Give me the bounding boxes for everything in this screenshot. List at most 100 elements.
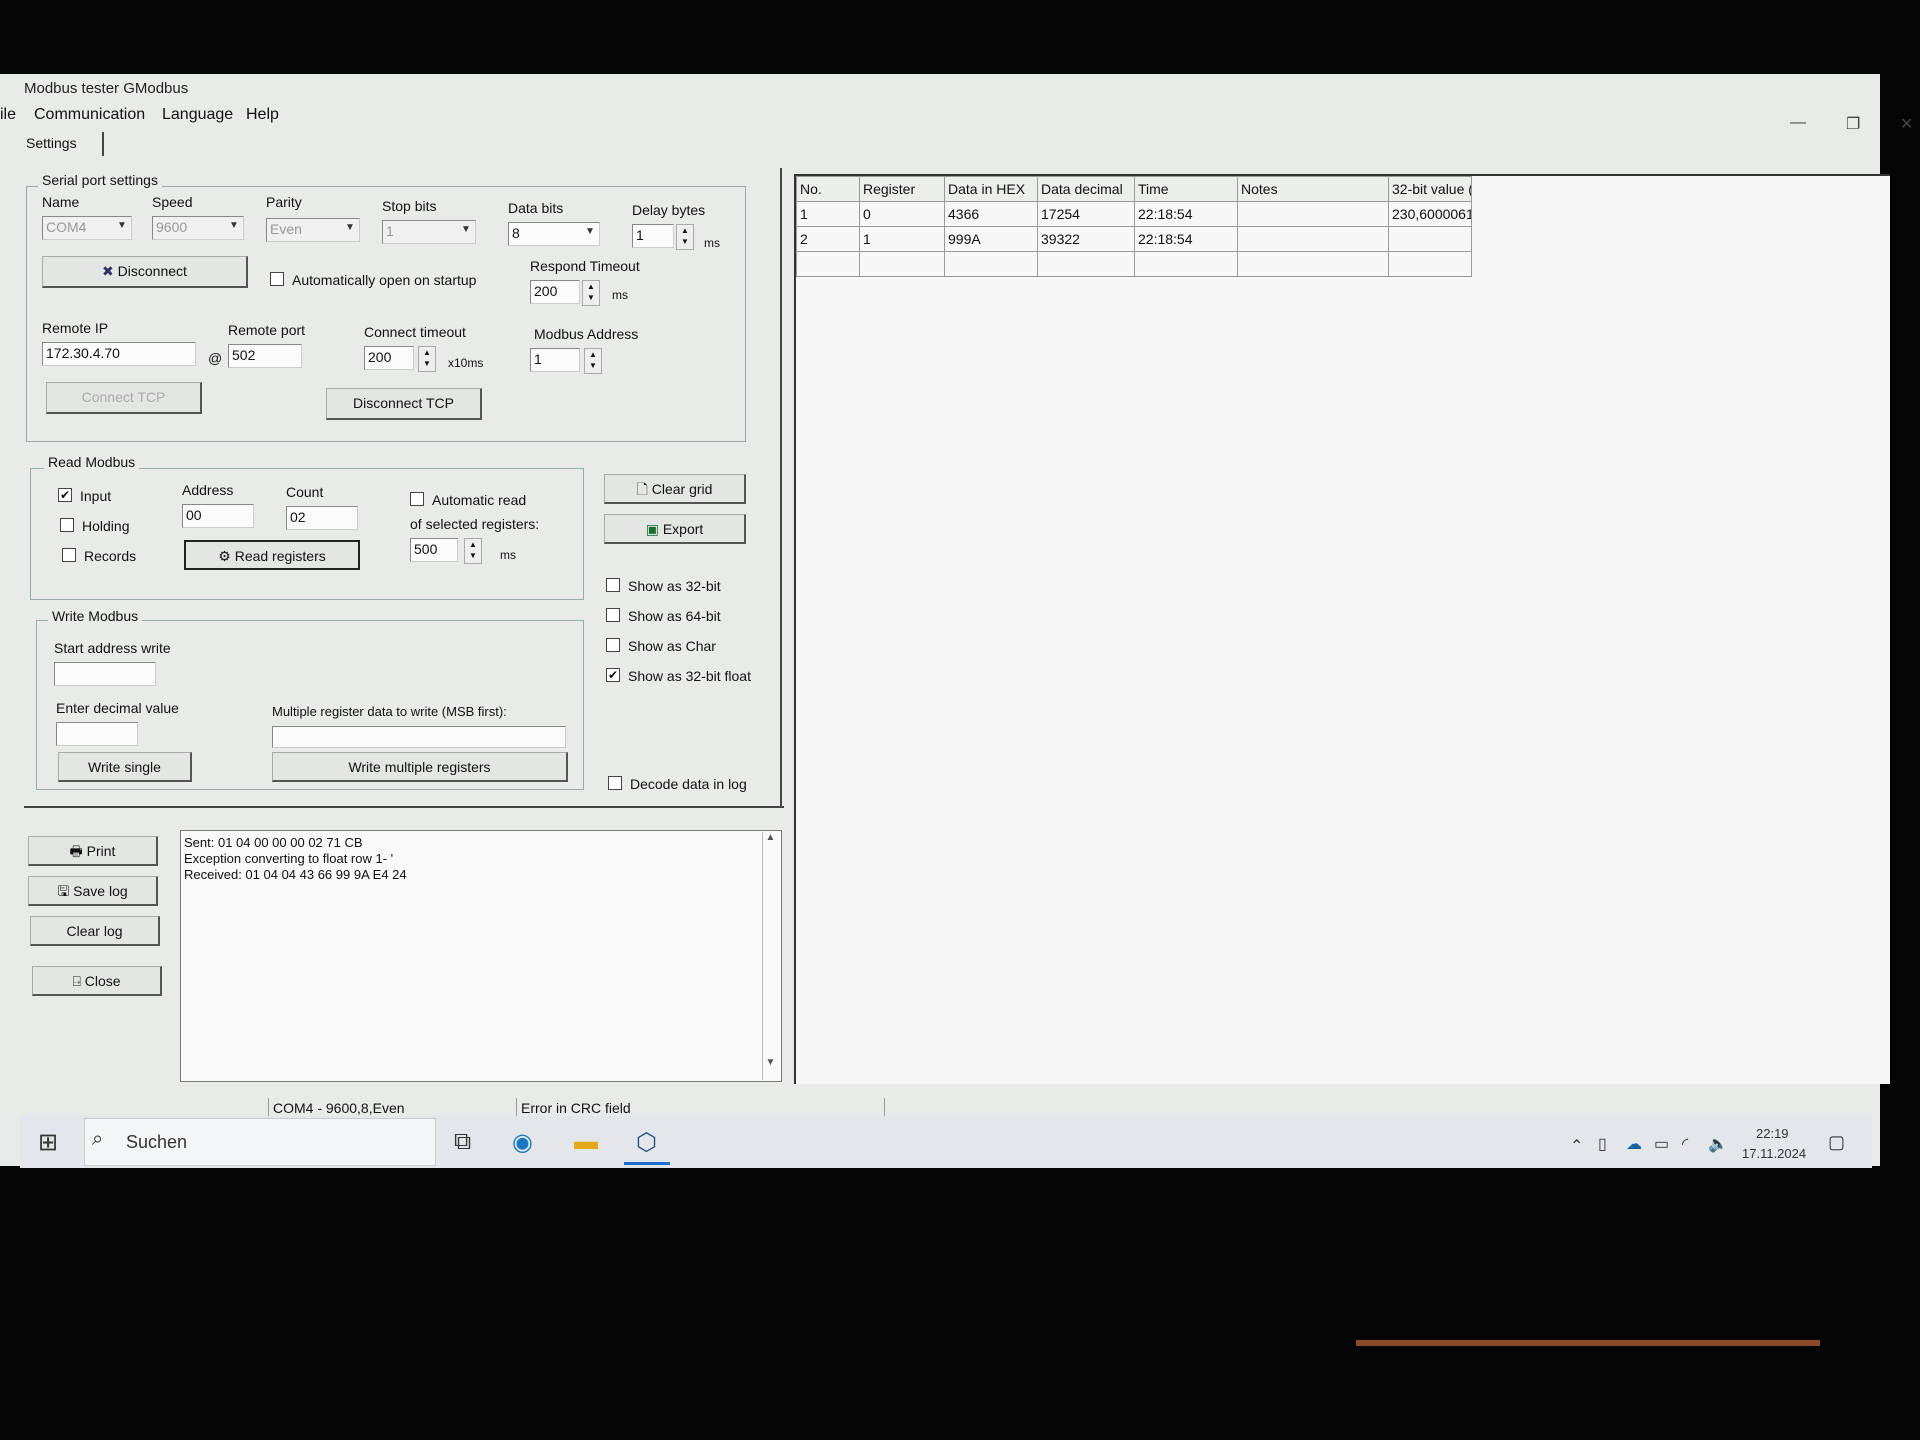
remote-port-input[interactable]: 502 [228,344,302,368]
print-button[interactable]: 🖶 Print [28,836,158,866]
file-explorer-icon[interactable]: ▬ [574,1128,598,1156]
log-scrollbar[interactable]: ▲ ▼ [762,832,778,1080]
interval-spinner[interactable]: ▲ ▼ [464,538,482,564]
notification-icon[interactable]: ▢ [1828,1132,1845,1153]
grid-cell[interactable]: 2 [796,226,860,252]
app-icon[interactable]: ⬡ [636,1128,657,1157]
connect-timeout-input[interactable]: 200 [364,346,414,370]
clock-date[interactable]: 17.11.2024 [1742,1146,1806,1161]
table-row[interactable] [796,251,1472,277]
tab-settings[interactable]: Settings [18,132,104,156]
export-button[interactable]: ▣ Export [604,514,746,544]
clear-log-button[interactable]: Clear log [30,916,160,946]
modbus-address-spinner[interactable]: ▲ ▼ [584,348,602,374]
delay-input[interactable]: 1 [632,224,674,248]
remote-ip-input[interactable]: 172.30.4.70 [42,342,196,366]
network-icon[interactable]: ◜ [1682,1134,1688,1154]
decode-checkbox[interactable] [608,776,622,790]
grid-header[interactable]: No. [796,176,860,202]
device-icon[interactable]: ▯ [1598,1134,1607,1154]
grid-cell[interactable] [1237,201,1389,227]
grid-header[interactable]: Register [859,176,945,202]
grid-cell[interactable] [859,251,945,277]
minimize-icon[interactable]: — [1790,114,1806,132]
task-view-icon[interactable]: ⧉ [454,1128,471,1156]
write-single-button[interactable]: Write single [58,752,192,782]
autoopen-checkbox[interactable] [270,272,284,286]
chevron-up-icon[interactable]: ⌃ [1570,1136,1583,1156]
grid-cell[interactable]: 39322 [1037,226,1135,252]
grid-cell[interactable] [1134,251,1238,277]
clear-grid-button[interactable]: 🗋 Clear grid [604,474,746,504]
grid-header[interactable]: Data in HEX [944,176,1038,202]
cloud-icon[interactable]: ☁ [1626,1134,1642,1154]
grid-cell[interactable]: 4366 [944,201,1038,227]
interval-input[interactable]: 500 [410,538,458,562]
log-textarea[interactable]: Sent: 01 04 00 00 00 02 71 CB Exception … [180,830,782,1082]
input-checkbox[interactable]: ✔ [58,488,72,502]
grid-header[interactable]: Time [1134,176,1238,202]
respond-timeout-spinner[interactable]: ▲ ▼ [582,280,600,306]
connect-timeout-spinner[interactable]: ▲ ▼ [418,346,436,372]
grid-cell[interactable]: 1 [859,226,945,252]
menu-language[interactable]: Language [162,106,233,124]
grid-cell[interactable] [1388,226,1472,252]
grid-cell[interactable]: 17254 [1037,201,1135,227]
delay-spinner[interactable]: ▲ ▼ [676,224,694,250]
grid-cell[interactable] [1388,251,1472,277]
grid-cell[interactable]: 22:18:54 [1134,226,1238,252]
grid-cell[interactable]: 999A [944,226,1038,252]
grid-header[interactable]: Data decimal [1037,176,1135,202]
grid-cell[interactable] [796,251,860,277]
menu-communication[interactable]: Communication [34,106,145,124]
battery-icon[interactable]: ▭ [1654,1134,1669,1154]
count-input[interactable]: 02 [286,506,358,530]
stopbits-combo[interactable]: 1 ▼ [382,220,476,244]
records-checkbox[interactable] [62,548,76,562]
disconnect-button[interactable]: ✖ Disconnect [42,256,248,288]
grid-cell[interactable]: 1 [796,201,860,227]
show32float-checkbox[interactable]: ✔ [606,668,620,682]
clock-time[interactable]: 22:19 [1756,1126,1789,1141]
grid-cell[interactable]: 22:18:54 [1134,201,1238,227]
databits-combo[interactable]: 8 ▼ [508,222,600,246]
connect-tcp-button[interactable]: Connect TCP [46,382,202,414]
grid-cell[interactable] [1237,251,1389,277]
menu-help[interactable]: Help [246,106,279,124]
menu-file[interactable]: ile [0,106,16,124]
multiple-data-input[interactable] [272,726,566,748]
decimal-value-input[interactable] [56,722,138,746]
volume-icon[interactable]: 🔈 [1708,1134,1728,1154]
show64-checkbox[interactable] [606,608,620,622]
grid-header[interactable]: 32-bit value (f [1388,176,1472,202]
grid-header[interactable]: Notes [1237,176,1389,202]
grid-cell[interactable] [1237,226,1389,252]
write-multiple-button[interactable]: Write multiple registers [272,752,568,782]
speed-combo[interactable]: 9600 ▼ [152,216,244,240]
close-button[interactable]: ⍈ Close [32,966,162,996]
show32-checkbox[interactable] [606,578,620,592]
grid-cell[interactable] [944,251,1038,277]
respond-timeout-input[interactable]: 200 [530,280,580,304]
read-registers-button[interactable]: ⚙ Read registers [184,540,360,570]
windows-icon[interactable]: ⊞ [38,1128,58,1157]
modbus-address-input[interactable]: 1 [530,348,580,372]
grid-cell[interactable] [1037,251,1135,277]
disconnect-tcp-button[interactable]: Disconnect TCP [326,388,482,420]
search-placeholder[interactable]: Suchen [126,1132,187,1153]
save-log-button[interactable]: 🖫 Save log [28,876,158,906]
autoread-checkbox[interactable] [410,492,424,506]
edge-icon[interactable]: ◉ [512,1128,533,1157]
data-grid[interactable]: No. Register Data in HEX Data decimal Ti… [794,174,1890,1084]
table-row[interactable]: 1 0 4366 17254 22:18:54 230,6000061 [796,201,1472,227]
address-input[interactable]: 00 [182,504,254,528]
restore-icon[interactable]: ❐ [1846,114,1860,134]
start-address-input[interactable] [54,662,156,686]
close-window-icon[interactable]: ✕ [1900,114,1913,134]
showchar-checkbox[interactable] [606,638,620,652]
table-row[interactable]: 2 1 999A 39322 22:18:54 [796,226,1472,252]
grid-cell[interactable]: 0 [859,201,945,227]
holding-checkbox[interactable] [60,518,74,532]
grid-cell[interactable]: 230,6000061 [1388,201,1472,227]
parity-combo[interactable]: Even ▼ [266,218,360,242]
